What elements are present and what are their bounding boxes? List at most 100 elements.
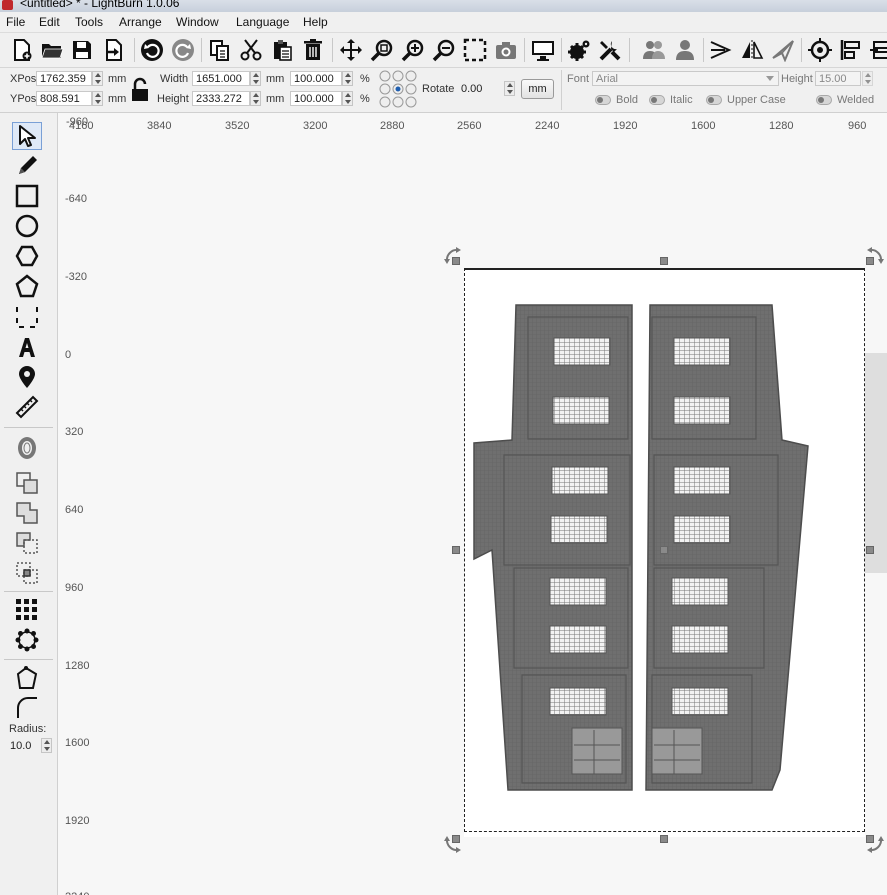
- ypos-label: YPos: [10, 93, 37, 105]
- rotate-handle-icon[interactable]: [864, 833, 884, 853]
- welded-toggle[interactable]: [816, 95, 832, 105]
- title-bar: <untitled> * - LightBurn 1.0.06: [0, 0, 887, 12]
- corner-tool-icon[interactable]: [12, 664, 42, 692]
- measure-tool-icon[interactable]: [12, 393, 42, 421]
- radius-spinner[interactable]: [41, 738, 52, 753]
- redo-icon[interactable]: [169, 36, 197, 64]
- zoom-fit-icon[interactable]: [368, 36, 396, 64]
- menu-edit[interactable]: Edit: [39, 15, 60, 29]
- width-spinner[interactable]: [250, 71, 261, 86]
- resize-handle-left[interactable]: [452, 546, 460, 554]
- menu-arrange[interactable]: Arrange: [119, 15, 162, 29]
- height-input[interactable]: 2333.272: [192, 91, 250, 106]
- weld-tool-icon[interactable]: [12, 469, 42, 497]
- design-canvas[interactable]: -960 4160 3840 3520 3200 2880 2560 2240 …: [58, 113, 887, 895]
- xpos-label: XPos: [10, 73, 37, 85]
- anchor-point-grid[interactable]: [378, 69, 418, 109]
- resize-handle-bottom[interactable]: [660, 835, 668, 843]
- width-percent-input[interactable]: 100.000: [290, 71, 342, 86]
- boolean-subtract-icon[interactable]: [12, 529, 42, 557]
- ruler-tick: 1280: [769, 120, 794, 132]
- ypos-unit: mm: [108, 93, 127, 105]
- font-select[interactable]: Arial: [592, 71, 779, 86]
- monitor-icon[interactable]: [529, 36, 557, 64]
- boolean-intersect-icon[interactable]: [12, 559, 42, 587]
- zoom-in-icon[interactable]: [399, 36, 427, 64]
- rotate-label: Rotate: [422, 83, 455, 95]
- paste-icon[interactable]: [268, 36, 296, 64]
- upper-case-toggle[interactable]: [706, 95, 722, 105]
- height-spinner[interactable]: [250, 91, 261, 106]
- toolbar-separator: [524, 38, 525, 62]
- delete-icon[interactable]: [299, 36, 327, 64]
- rotate-input[interactable]: 0.00: [457, 81, 502, 96]
- offset-tool-icon[interactable]: [12, 434, 42, 462]
- text-tool-icon[interactable]: [12, 333, 42, 361]
- circular-array-icon[interactable]: [12, 626, 42, 654]
- edit-nodes-tool-icon[interactable]: [12, 303, 42, 331]
- import-icon[interactable]: [100, 36, 128, 64]
- resize-handle-top[interactable]: [660, 257, 668, 265]
- machine-settings-icon[interactable]: [596, 36, 624, 64]
- target-icon[interactable]: [806, 36, 834, 64]
- menu-tools[interactable]: Tools: [75, 15, 103, 29]
- save-icon[interactable]: [68, 36, 96, 64]
- resize-handle-center[interactable]: [660, 546, 668, 554]
- toolbar-separator: [201, 38, 202, 62]
- polygon-tool-icon[interactable]: [12, 242, 42, 270]
- distribute-icon[interactable]: [866, 36, 887, 64]
- select-tool-icon[interactable]: [12, 122, 42, 150]
- lock-ratio-icon[interactable]: [130, 77, 150, 103]
- copy-icon[interactable]: [206, 36, 234, 64]
- units-toggle-button[interactable]: mm: [521, 79, 554, 99]
- zoom-out-icon[interactable]: [430, 36, 458, 64]
- cut-icon[interactable]: [237, 36, 265, 64]
- menu-window[interactable]: Window: [176, 15, 219, 29]
- ypos-spinner[interactable]: [92, 91, 103, 106]
- rotate-handle-icon[interactable]: [444, 833, 464, 853]
- boolean-union-icon[interactable]: [12, 499, 42, 527]
- send-icon[interactable]: [769, 36, 797, 64]
- ellipse-tool-icon[interactable]: [12, 212, 42, 240]
- menu-file[interactable]: File: [6, 15, 25, 29]
- group-icon[interactable]: [640, 36, 668, 64]
- rotate-handle-icon[interactable]: [444, 247, 464, 267]
- pen-tool-icon[interactable]: [12, 152, 42, 180]
- settings-icon[interactable]: [565, 36, 593, 64]
- frame-selection-icon[interactable]: [461, 36, 489, 64]
- resize-handle-right[interactable]: [866, 546, 874, 554]
- align-icon[interactable]: [707, 36, 735, 64]
- bold-toggle[interactable]: [595, 95, 611, 105]
- height-percent-input[interactable]: 100.000: [290, 91, 342, 106]
- italic-toggle[interactable]: [649, 95, 665, 105]
- rotate-spinner[interactable]: [504, 81, 515, 96]
- font-height-spinner[interactable]: [862, 71, 873, 86]
- rectangle-tool-icon[interactable]: [12, 182, 42, 210]
- grid-array-icon[interactable]: [12, 596, 42, 624]
- position-laser-icon[interactable]: [12, 363, 42, 391]
- xpos-input[interactable]: 1762.359: [36, 71, 92, 86]
- height-percent-sign: %: [360, 93, 370, 105]
- font-height-input[interactable]: 15.00: [815, 71, 861, 86]
- undo-icon[interactable]: [138, 36, 166, 64]
- camera-icon[interactable]: [492, 36, 520, 64]
- pentagon-tool-icon[interactable]: [12, 272, 42, 300]
- width-input[interactable]: 1651.000: [192, 71, 250, 86]
- menu-language[interactable]: Language: [236, 15, 289, 29]
- new-file-icon[interactable]: [8, 36, 36, 64]
- move-icon[interactable]: [337, 36, 365, 64]
- open-folder-icon[interactable]: [38, 36, 66, 64]
- fillet-tool-icon[interactable]: [12, 694, 42, 722]
- user-icon[interactable]: [671, 36, 699, 64]
- left-toolbar: Radius: 10.0: [0, 113, 58, 895]
- menu-help[interactable]: Help: [303, 15, 328, 29]
- align-left-icon[interactable]: [837, 36, 865, 64]
- xpos-spinner[interactable]: [92, 71, 103, 86]
- mirror-icon[interactable]: [738, 36, 766, 64]
- rotate-handle-icon[interactable]: [864, 247, 884, 267]
- radius-input[interactable]: 10.0: [6, 738, 38, 753]
- height-percent-spinner[interactable]: [342, 91, 353, 106]
- width-percent-spinner[interactable]: [342, 71, 353, 86]
- ypos-input[interactable]: 808.591: [36, 91, 92, 106]
- italic-label: Italic: [670, 94, 693, 106]
